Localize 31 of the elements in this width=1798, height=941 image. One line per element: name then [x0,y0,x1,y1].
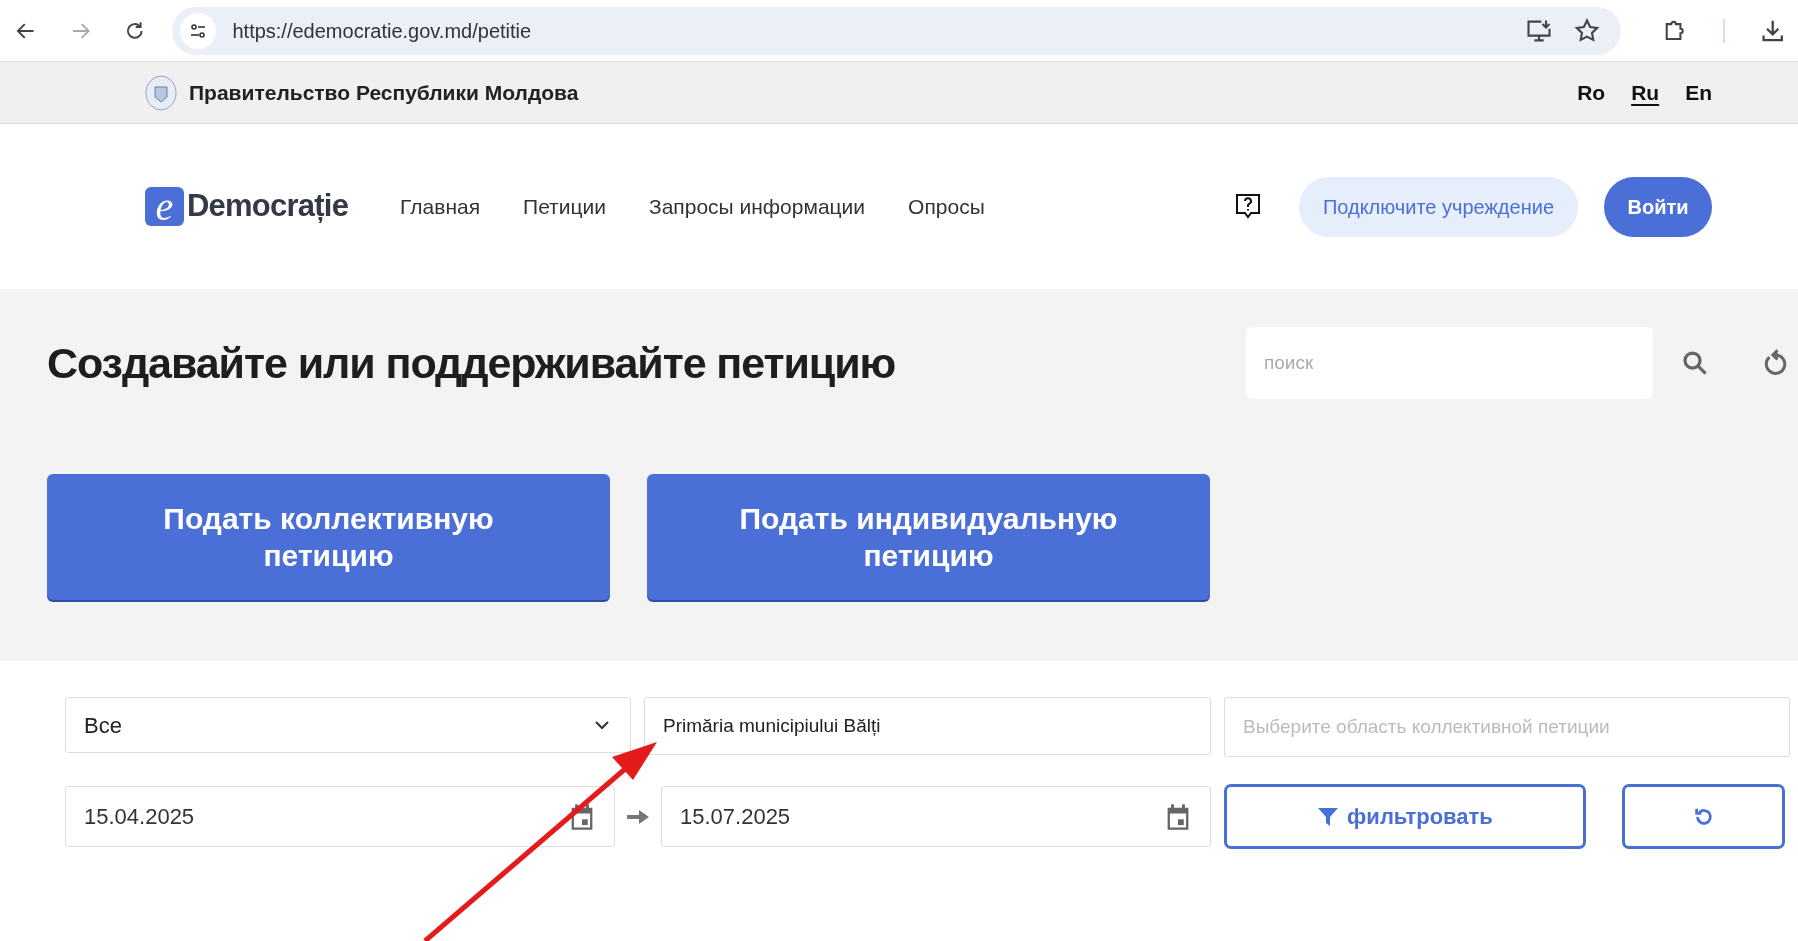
nav-link[interactable]: Главная [400,190,481,223]
language-link[interactable]: En [1685,76,1712,109]
filter-button[interactable]: фильтровать [1224,784,1586,849]
submit-petition-button[interactable]: Подать коллективную петицию [47,474,610,600]
login-button[interactable]: Войти [1604,176,1712,237]
nav-link[interactable]: Опросы [908,190,985,223]
institution-field[interactable]: Primăria municipiului Bălți [644,697,1211,755]
site-settings-icon[interactable] [180,12,217,49]
area-field[interactable]: Выберите область коллективной петиции [1224,697,1790,757]
date-from-field[interactable]: 15.04.2025 [65,786,615,847]
language-link[interactable]: Ro [1577,76,1606,109]
arrow-right-icon [627,807,649,826]
search-field[interactable]: поиск [1246,327,1653,399]
reset-filter-button[interactable] [1622,784,1785,849]
nav-link[interactable]: Петиции [523,190,606,223]
type-select[interactable]: Все [65,697,631,753]
url-text: https://edemocratie.gov.md/petitie [232,18,532,44]
submit-petition-button[interactable]: Подать индивидуальную петицию [647,474,1210,600]
logo-mark[interactable]: e [145,187,184,226]
filter-icon [1317,805,1340,828]
logo-text[interactable]: Democrație [187,183,349,230]
emblem-icon [145,74,177,111]
connect-institution-button[interactable]: Подключите учреждение [1298,176,1578,237]
date-to-field[interactable]: 15.07.2025 [661,786,1211,847]
address-bar[interactable]: https://edemocratie.gov.md/petitie [172,6,1622,55]
government-title: Правительство Республики Молдова [189,79,579,106]
nav-link[interactable]: Запросы информации [648,190,866,223]
bookmark-star-icon[interactable] [1573,16,1602,45]
search-icon[interactable] [1680,348,1710,378]
language-link[interactable]: Ru [1631,76,1660,109]
page-title: Создавайте или поддерживайте петицию [47,337,897,389]
